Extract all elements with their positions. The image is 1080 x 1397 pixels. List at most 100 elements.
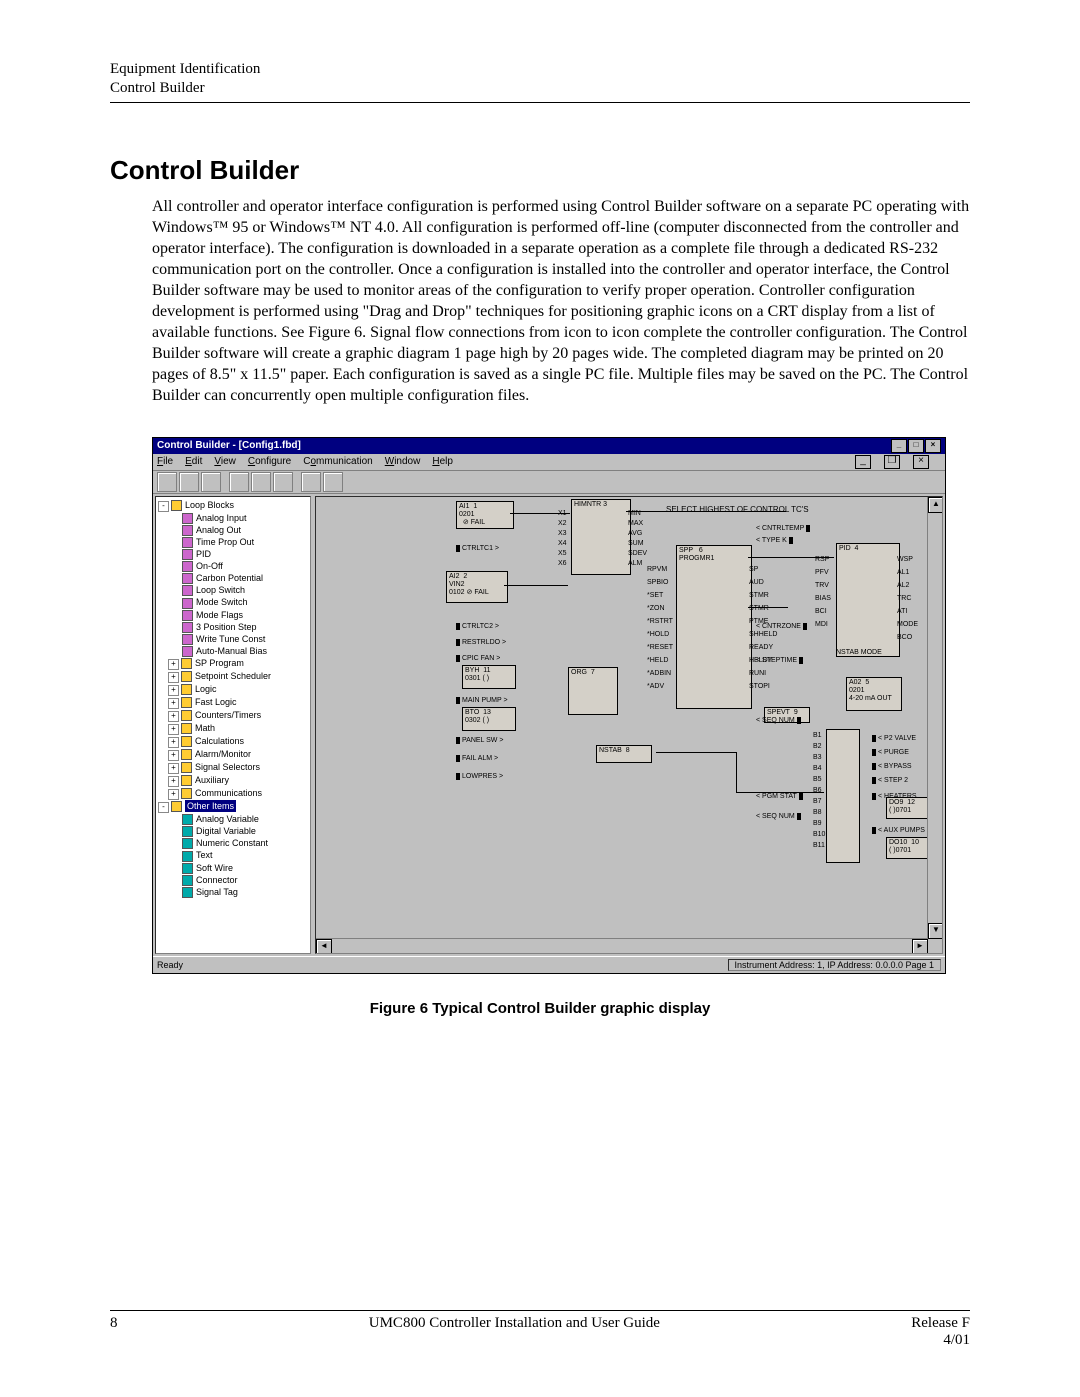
menu-window[interactable]: Window [385, 456, 421, 467]
tree-item[interactable]: Analog Out [158, 524, 308, 536]
signal-tag[interactable]: MAIN PUMP > [456, 697, 508, 704]
tree-folder[interactable]: +Alarm/Monitor [158, 748, 308, 761]
signal-tag[interactable]: PANEL SW > [456, 737, 503, 744]
status-right: Instrument Address: 1, IP Address: 0.0.0… [728, 959, 941, 971]
tree-item[interactable]: On-Off [158, 560, 308, 572]
signal-tag[interactable]: < PGM STAT [756, 793, 803, 800]
signal-tag[interactable]: < TYPE K [756, 537, 793, 544]
menu-communication[interactable]: Communication [303, 456, 373, 467]
signal-tag[interactable]: < HEATERS [872, 793, 917, 800]
tree-folder[interactable]: +Setpoint Scheduler [158, 670, 308, 683]
tree-item[interactable]: Soft Wire [158, 862, 308, 874]
tree-item[interactable]: Digital Variable [158, 825, 308, 837]
tree-item[interactable]: 3 Position Step [158, 621, 308, 633]
menu-edit[interactable]: Edit [185, 456, 202, 467]
control-builder-window: Control Builder - [Config1.fbd] _ □ × Fi… [152, 437, 946, 974]
signal-tag[interactable]: FAIL ALM > [456, 755, 498, 762]
signal-tag[interactable]: CTRLTC1 > [456, 545, 499, 552]
tree-item[interactable]: Signal Tag [158, 886, 308, 898]
signal-tag[interactable]: CPIC FAN > [456, 655, 500, 662]
tb-paste[interactable] [273, 472, 293, 492]
titlebar: Control Builder - [Config1.fbd] _ □ × [153, 438, 945, 454]
tree-folder[interactable]: +Communications [158, 787, 308, 800]
menu-configure[interactable]: Configure [248, 456, 291, 467]
tree-item[interactable]: Analog Variable [158, 813, 308, 825]
tree-item[interactable]: Write Tune Const [158, 633, 308, 645]
close-button[interactable]: × [925, 439, 941, 453]
maximize-button[interactable]: □ [908, 439, 924, 453]
block-nstab[interactable]: NSTAB 8 [596, 745, 652, 763]
tb-help[interactable] [323, 472, 343, 492]
menu-help[interactable]: Help [432, 456, 453, 467]
mdi-restore[interactable]: ❐ [884, 455, 900, 469]
tree-folder[interactable]: +Auxiliary [158, 774, 308, 787]
tree-folder[interactable]: +Fast Logic [158, 696, 308, 709]
tree-item[interactable]: Analog Input [158, 512, 308, 524]
tb-new[interactable] [157, 472, 177, 492]
signal-tag[interactable]: < PURGE [872, 749, 909, 756]
function-tree[interactable]: -Loop Blocks Analog InputAnalog OutTime … [155, 496, 311, 954]
tree-folder[interactable]: +SP Program [158, 657, 308, 670]
toolbar [153, 471, 945, 494]
tb-cut[interactable] [229, 472, 249, 492]
tree-item[interactable]: Auto-Manual Bias [158, 645, 308, 657]
signal-tag[interactable]: < SEQ NUM [756, 813, 801, 820]
footer-release: Release F [911, 1315, 970, 1332]
tree-item[interactable]: Numeric Constant [158, 837, 308, 849]
tree-item[interactable]: Connector [158, 874, 308, 886]
canvas-heading: SELECT HIGHEST OF CONTROL TC'S [666, 505, 809, 514]
tree-item[interactable]: PID [158, 548, 308, 560]
vscroll[interactable]: ▲ ▼ [927, 497, 942, 939]
block-byh[interactable]: BYH 110301 ( ) [462, 665, 516, 689]
statusbar: Ready Instrument Address: 1, IP Address:… [153, 956, 945, 973]
signal-tag[interactable]: < BYPASS [872, 763, 912, 770]
signal-tag[interactable]: < STEPTIME [756, 657, 803, 664]
tree-item[interactable]: Time Prop Out [158, 536, 308, 548]
footer-center: UMC800 Controller Installation and User … [118, 1315, 912, 1349]
signal-tag[interactable]: < STEP 2 [872, 777, 908, 784]
tree-folder[interactable]: +Calculations [158, 735, 308, 748]
signal-tag[interactable]: CTRLTC2 > [456, 623, 499, 630]
mdi-close[interactable]: × [913, 455, 929, 469]
signal-tag[interactable]: < CNTRZONE [756, 623, 807, 630]
menubar: File Edit View Configure Communication W… [153, 454, 945, 471]
minimize-button[interactable]: _ [891, 439, 907, 453]
hscroll[interactable]: ◄ ► [316, 938, 928, 953]
signal-tag[interactable]: RESTRLDO > [456, 639, 506, 646]
diagram-canvas[interactable]: SELECT HIGHEST OF CONTROL TC'S AI1 10201… [315, 496, 943, 954]
block-ai2[interactable]: AI2 2VIN20102 ⊘ FAIL [446, 571, 508, 603]
signal-tag[interactable]: < AUX PUMPS [872, 827, 925, 834]
tree-item[interactable]: Text [158, 849, 308, 861]
tree-folder[interactable]: +Signal Selectors [158, 761, 308, 774]
block-ao2[interactable]: A02 502014-20 mA OUT [846, 677, 902, 711]
menu-view[interactable]: View [214, 456, 236, 467]
signal-tag[interactable]: < SEQ NUM [756, 717, 801, 724]
menu-file[interactable]: File [157, 456, 173, 467]
block-spp[interactable]: SPP 6PROGMR1RPVMSPBIO*SET*ZON*RSTRT*HOLD… [676, 545, 752, 709]
page-footer: 8 UMC800 Controller Installation and Use… [110, 1310, 970, 1349]
mdi-minimize[interactable]: _ [855, 455, 871, 469]
block-hi[interactable]: HIMNTR 3X1X2X3X4X5X6MINMAXAVGSUMSDEVALM [571, 499, 631, 575]
tb-open[interactable] [179, 472, 199, 492]
block-pid[interactable]: PID 4RSPPFVTRVBIASBCIMDIWSPAL1AL2TRCATIM… [836, 543, 900, 657]
tree-item[interactable]: Mode Switch [158, 596, 308, 608]
tree-folder[interactable]: +Counters/Timers [158, 709, 308, 722]
tb-print[interactable] [301, 472, 321, 492]
tree-item[interactable]: Mode Flags [158, 609, 308, 621]
status-left: Ready [157, 960, 183, 970]
page-header: Equipment Identification Control Builder [110, 60, 970, 103]
tree-item[interactable]: Loop Switch [158, 584, 308, 596]
signal-tag[interactable]: LOWPRES > [456, 773, 503, 780]
tb-save[interactable] [201, 472, 221, 492]
tb-copy[interactable] [251, 472, 271, 492]
block-do[interactable]: B1B2B3B4B5B6B7B8B9B10B11 [826, 729, 860, 863]
block-bto[interactable]: BTO 130302 ( ) [462, 707, 516, 731]
signal-tag[interactable]: < P2 VALVE [872, 735, 916, 742]
signal-tag[interactable]: < CNTRLTEMP [756, 525, 810, 532]
tree-folder[interactable]: +Math [158, 722, 308, 735]
tree-item[interactable]: Carbon Potential [158, 572, 308, 584]
header-line2: Control Builder [110, 79, 970, 98]
block-org[interactable]: ORG 7 [568, 667, 618, 715]
tree-folder[interactable]: +Logic [158, 683, 308, 696]
block-ai1[interactable]: AI1 10201 ⊘ FAIL [456, 501, 514, 529]
